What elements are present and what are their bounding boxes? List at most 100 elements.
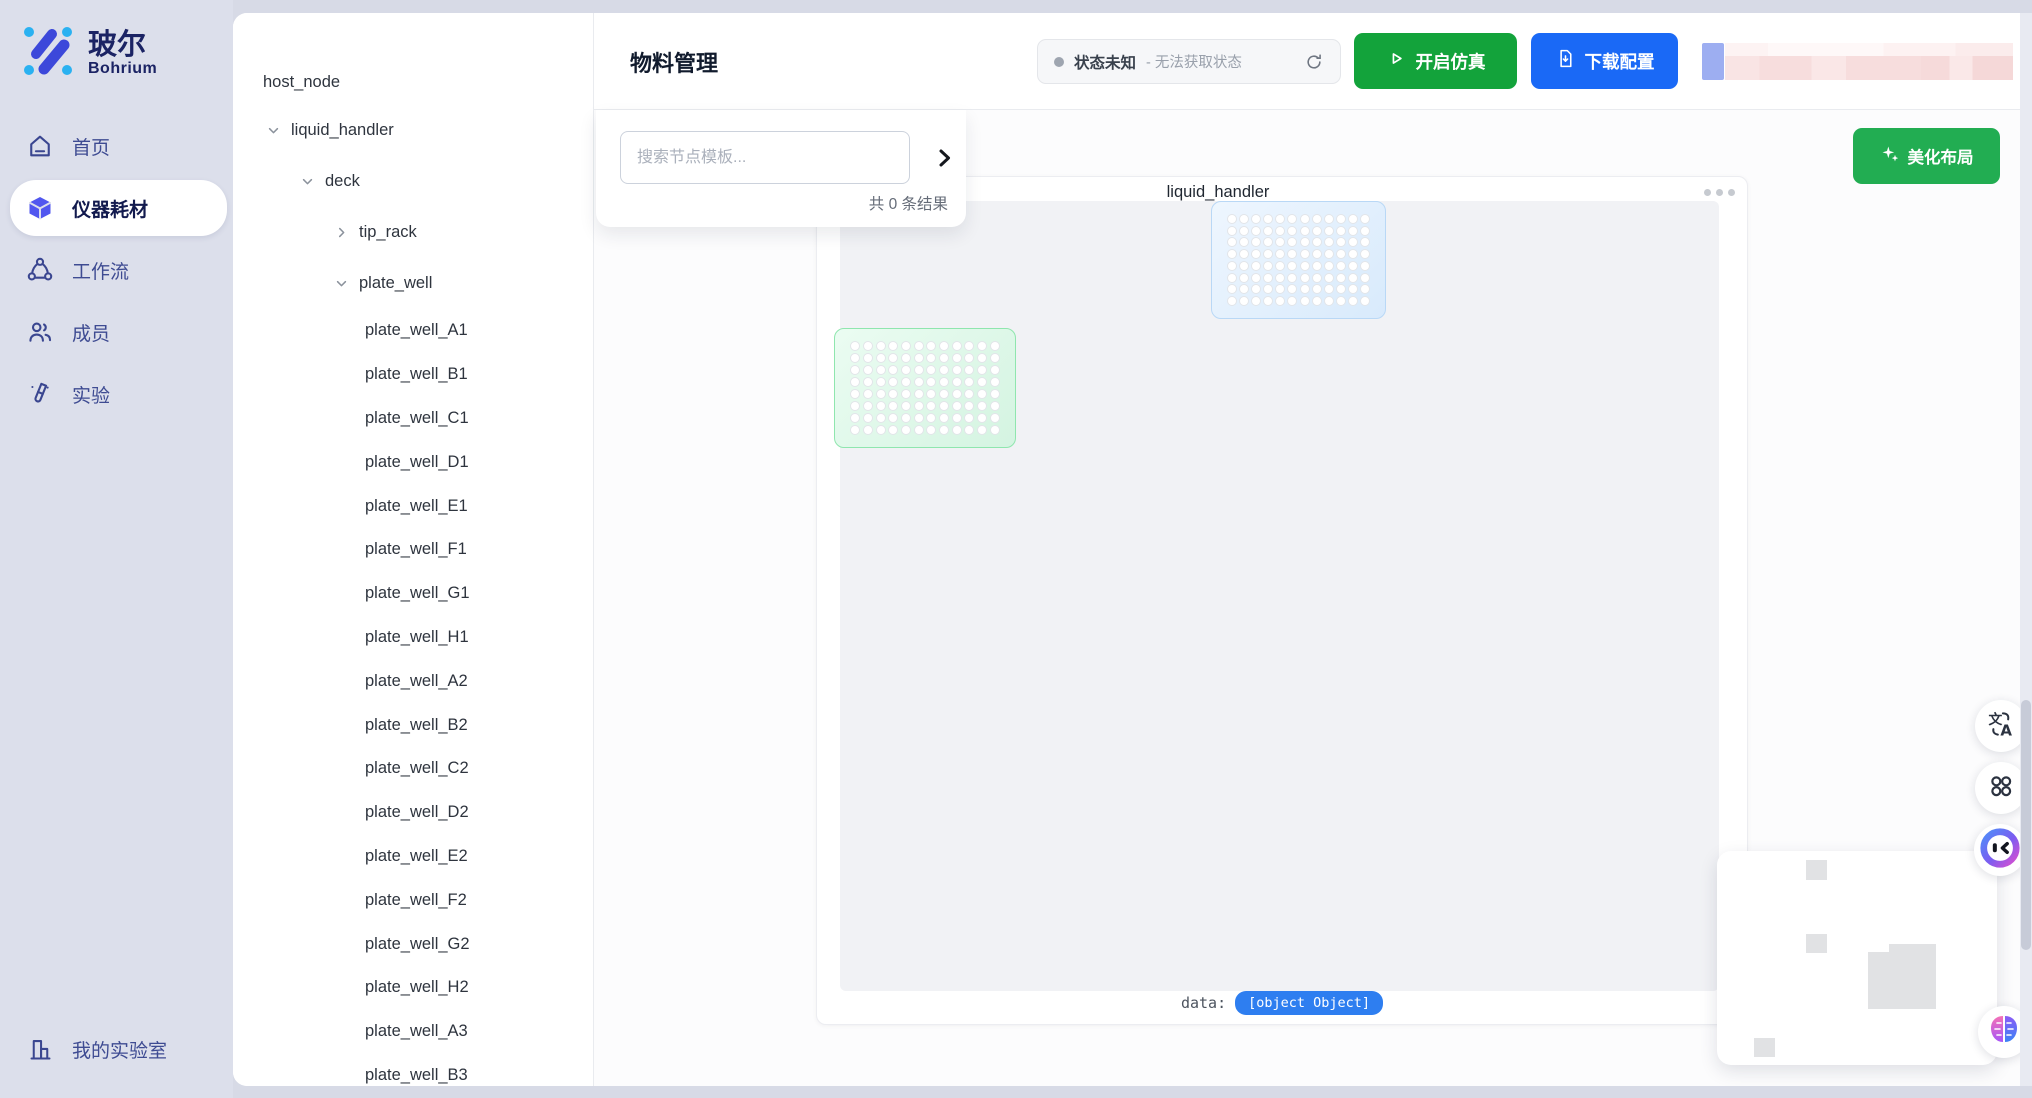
download-config-button[interactable]: 下载配置 bbox=[1531, 33, 1678, 89]
well bbox=[1348, 296, 1358, 306]
collapse-arrow-icon[interactable] bbox=[932, 146, 956, 170]
refresh-icon[interactable] bbox=[1304, 52, 1324, 72]
sidebar-item-3[interactable]: 成员 bbox=[0, 301, 233, 363]
well bbox=[1300, 261, 1310, 271]
well bbox=[1300, 237, 1310, 247]
sidebar-item-0[interactable]: 首页 bbox=[0, 115, 233, 177]
tree-item-plate_well_A2[interactable]: plate_well_A2 bbox=[233, 659, 593, 703]
well bbox=[1287, 261, 1297, 271]
well bbox=[990, 389, 1000, 399]
well bbox=[914, 389, 924, 399]
sidebar-item-my-lab[interactable]: 我的实验室 bbox=[0, 1018, 233, 1080]
well bbox=[1227, 226, 1237, 236]
tree-item-plate_well_B1[interactable]: plate_well_B1 bbox=[233, 353, 593, 397]
well bbox=[952, 365, 962, 375]
members-icon bbox=[26, 318, 54, 346]
well bbox=[964, 365, 974, 375]
sidebar-item-label: 首页 bbox=[72, 133, 110, 160]
sidebar-item-4[interactable]: 实验 bbox=[0, 363, 233, 425]
well-plate-blue[interactable] bbox=[1211, 201, 1386, 319]
tree-item-plate_well_C1[interactable]: plate_well_C1 bbox=[233, 397, 593, 441]
well bbox=[939, 377, 949, 387]
sidebar-item-2[interactable]: 工作流 bbox=[0, 239, 233, 301]
flow-canvas[interactable]: 共 0 条结果 liquid_handler data: [object Obj… bbox=[594, 110, 2032, 1086]
well bbox=[1360, 261, 1370, 271]
tree-item-plate_well_B3[interactable]: plate_well_B3 bbox=[233, 1054, 593, 1086]
beautify-layout-button[interactable]: 美化布局 bbox=[1853, 128, 2000, 184]
start-simulation-button[interactable]: 开启仿真 bbox=[1354, 33, 1517, 89]
tree-item-plate_well_B2[interactable]: plate_well_B2 bbox=[233, 703, 593, 747]
scrollbar-track bbox=[2020, 13, 2032, 1086]
well bbox=[990, 425, 1000, 435]
minimap-node-rect bbox=[1806, 934, 1827, 953]
well bbox=[939, 425, 949, 435]
chevron-down-icon[interactable] bbox=[265, 122, 291, 140]
well bbox=[1287, 249, 1297, 259]
tree-item-plate_well_H2[interactable]: plate_well_H2 bbox=[233, 966, 593, 1010]
play-icon bbox=[1386, 48, 1407, 74]
chevron-down-icon[interactable] bbox=[299, 173, 325, 191]
tree-item-plate_well_F1[interactable]: plate_well_F1 bbox=[233, 528, 593, 572]
well bbox=[1312, 296, 1322, 306]
search-input[interactable] bbox=[620, 131, 910, 184]
tree-item-host_node[interactable]: host_node bbox=[233, 59, 593, 105]
tree-item-plate_well_D2[interactable]: plate_well_D2 bbox=[233, 791, 593, 835]
well bbox=[1287, 296, 1297, 306]
tree-item-plate_well_A1[interactable]: plate_well_A1 bbox=[233, 309, 593, 353]
well bbox=[888, 365, 898, 375]
sidebar: 玻尔 Bohrium 首页仪器耗材工作流成员实验 我的实验室 bbox=[0, 0, 233, 1098]
tree-item-label: plate_well_F2 bbox=[365, 891, 467, 910]
scrollbar-thumb[interactable] bbox=[2021, 700, 2031, 950]
translate-icon: 文 A bbox=[1986, 709, 2016, 744]
tree-item-plate_well_E1[interactable]: plate_well_E1 bbox=[233, 484, 593, 528]
tree-item-plate_well_G1[interactable]: plate_well_G1 bbox=[233, 572, 593, 616]
chevron-down-icon[interactable] bbox=[333, 275, 359, 293]
well bbox=[1263, 296, 1273, 306]
minimap[interactable] bbox=[1717, 851, 1997, 1065]
tree-item-plate_well_E2[interactable]: plate_well_E2 bbox=[233, 835, 593, 879]
loading-skeleton bbox=[1702, 43, 2014, 80]
group-node-liquid-handler[interactable]: liquid_handler data: [object Object] bbox=[816, 176, 1748, 1025]
well bbox=[1312, 261, 1322, 271]
well bbox=[952, 353, 962, 363]
well bbox=[1336, 226, 1346, 236]
well bbox=[1324, 261, 1334, 271]
tree-item-deck[interactable]: deck bbox=[233, 156, 593, 207]
well bbox=[977, 413, 987, 423]
well bbox=[876, 377, 886, 387]
tree-item-plate_well_D1[interactable]: plate_well_D1 bbox=[233, 440, 593, 484]
well bbox=[1324, 273, 1334, 283]
workflow-icon bbox=[26, 256, 54, 284]
well bbox=[926, 377, 936, 387]
well bbox=[990, 365, 1000, 375]
data-value-badge: [object Object] bbox=[1235, 991, 1383, 1015]
sidebar-item-1[interactable]: 仪器耗材 bbox=[0, 177, 233, 239]
node-menu-dots-icon[interactable] bbox=[1704, 189, 1735, 196]
tree-item-tip_rack[interactable]: tip_rack bbox=[233, 207, 593, 258]
chevron-right-icon[interactable] bbox=[333, 224, 359, 242]
well-plate-green[interactable] bbox=[834, 328, 1016, 448]
well bbox=[1275, 214, 1285, 224]
well bbox=[1239, 226, 1249, 236]
download-file-icon bbox=[1555, 48, 1576, 74]
status-label: 状态未知 bbox=[1074, 51, 1136, 73]
tree-item-label: plate_well_F1 bbox=[365, 540, 467, 559]
tree-item-label: host_node bbox=[263, 73, 340, 92]
well bbox=[1348, 261, 1358, 271]
home-icon bbox=[26, 132, 54, 160]
tree-item-plate_well_H1[interactable]: plate_well_H1 bbox=[233, 616, 593, 660]
tree-item-plate_well[interactable]: plate_well bbox=[233, 258, 593, 309]
ai-assistant-button[interactable] bbox=[1974, 824, 2026, 876]
well bbox=[901, 365, 911, 375]
well bbox=[964, 425, 974, 435]
tree-item-plate_well_A3[interactable]: plate_well_A3 bbox=[233, 1010, 593, 1054]
well bbox=[964, 389, 974, 399]
well bbox=[1251, 237, 1261, 247]
logo-title: 玻尔 bbox=[88, 30, 157, 60]
tree-item-plate_well_G2[interactable]: plate_well_G2 bbox=[233, 922, 593, 966]
sidebar-nav: 首页仪器耗材工作流成员实验 bbox=[0, 115, 233, 425]
well bbox=[952, 389, 962, 399]
tree-item-liquid_handler[interactable]: liquid_handler bbox=[233, 105, 593, 156]
tree-item-plate_well_C2[interactable]: plate_well_C2 bbox=[233, 747, 593, 791]
tree-item-plate_well_F2[interactable]: plate_well_F2 bbox=[233, 878, 593, 922]
